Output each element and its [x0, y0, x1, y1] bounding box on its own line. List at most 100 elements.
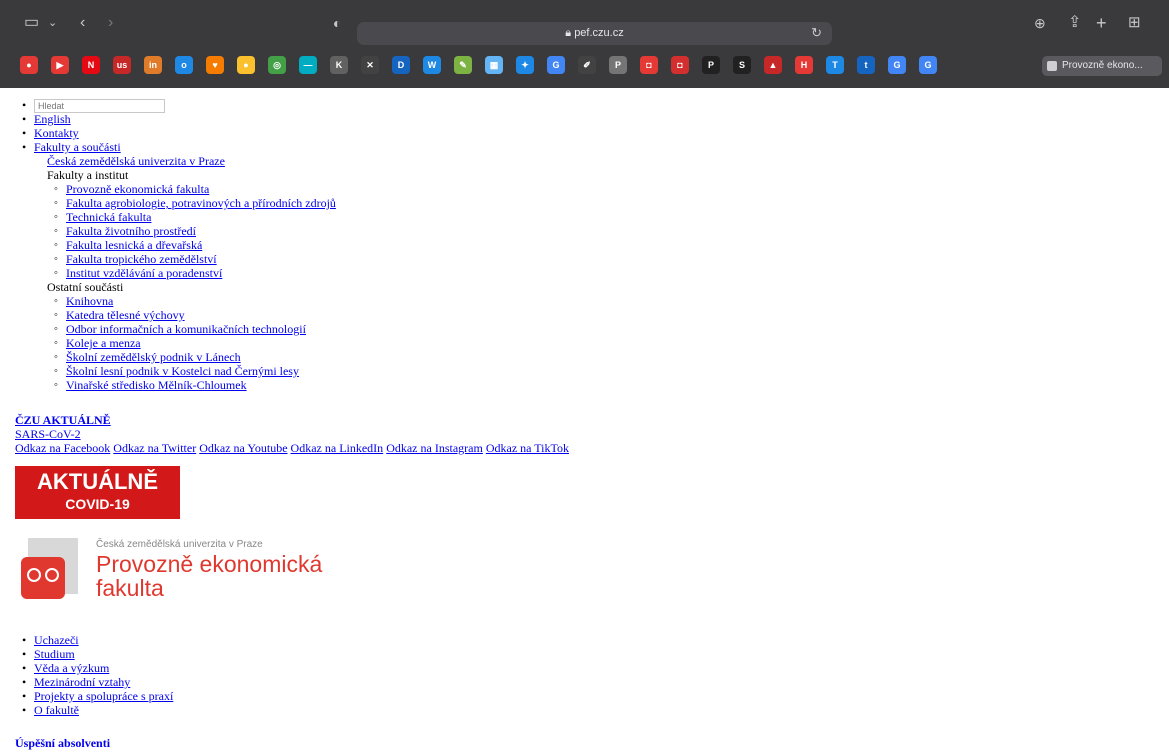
list-item: Kontakty [22, 126, 165, 140]
google-favicon[interactable]: G [547, 56, 565, 74]
covid-banner[interactable]: AKTUÁLNĚ COVID-19 [15, 466, 180, 519]
faculty-link-technicka-fakulta[interactable]: Technická fakulta [66, 210, 151, 224]
social-link-odkaz-na-youtube[interactable]: Odkaz na Youtube [199, 441, 287, 455]
social-link-odkaz-na-twitter[interactable]: Odkaz na Twitter [113, 441, 196, 455]
yellow-circle-favicon[interactable]: ● [237, 56, 255, 74]
social-link-odkaz-na-instagram[interactable]: Odkaz na Instagram [386, 441, 483, 455]
red-box2-favicon[interactable]: ◘ [671, 56, 689, 74]
lock-icon: 🔒︎ [565, 27, 575, 39]
other-link-vinarske-stredisko-melnik-chloumek[interactable]: Vinařské středisko Mělník-Chloumek [66, 378, 247, 392]
english-link[interactable]: English [34, 112, 71, 126]
list-item: Odbor informačních a komunikačních techn… [54, 322, 306, 336]
youtube-favicon[interactable]: ▶ [51, 56, 69, 74]
contacts-link[interactable]: Kontakty [34, 126, 79, 140]
shield-icon[interactable]: ◐ [333, 14, 341, 32]
cyan-favicon[interactable]: — [299, 56, 317, 74]
d-favicon[interactable]: D [392, 56, 410, 74]
sars-link[interactable]: SARS-CoV-2 [15, 427, 81, 441]
list-item: Institut vzdělávání a poradenství [54, 266, 336, 280]
list-item: Fakulta tropického zemědělství [54, 252, 336, 266]
main-navigation: UchazečiStudiumVěda a výzkumMezinárodní … [22, 633, 173, 717]
faculty-link-fakulta-zivotniho-prostredi[interactable]: Fakulta životního prostředí [66, 224, 196, 238]
reload-icon[interactable]: ↻ [811, 25, 822, 41]
heart-favicon[interactable]: ♥ [206, 56, 224, 74]
faculty-link-fakulta-tropickeho-zemedelstvi[interactable]: Fakulta tropického zemědělství [66, 252, 217, 266]
t-favicon[interactable]: T [826, 56, 844, 74]
google2-favicon[interactable]: G [888, 56, 906, 74]
search-input[interactable] [34, 99, 165, 113]
p-black-favicon[interactable]: P [702, 56, 720, 74]
faculty-link-fakulta-lesnicka-a-drevarska[interactable]: Fakulta lesnická a dřevařská [66, 238, 202, 252]
t2-favicon[interactable]: t [857, 56, 875, 74]
red-box-favicon[interactable]: ◘ [640, 56, 658, 74]
faculty-logo[interactable]: Česká zemědělská univerzita v Praze Prov… [18, 535, 348, 605]
chevron-down-icon[interactable]: ⌄ [48, 14, 57, 32]
netflix-favicon[interactable]: N [82, 56, 100, 74]
blue-favicon[interactable]: o [175, 56, 193, 74]
list-item: Projekty a spolupráce s praxí [22, 689, 173, 703]
k-favicon[interactable]: K [330, 56, 348, 74]
w-favicon[interactable]: W [423, 56, 441, 74]
favorites-tab-label: Provozně ekono... [1062, 60, 1143, 71]
top-links-list: English Kontakty Fakulty a součásti [22, 98, 165, 154]
share-icon[interactable]: ⇪ [1068, 14, 1081, 32]
covid-banner-title: AKTUÁLNĚ [37, 469, 158, 494]
list-item: Fakulty a součásti [22, 140, 165, 154]
orange-favicon[interactable]: in [144, 56, 162, 74]
us-favicon[interactable]: us [113, 56, 131, 74]
other-link-skolni-zemedelsky-podnik-v-lanech[interactable]: Školní zemědělský podnik v Lánech [66, 350, 241, 364]
s-favicon[interactable]: S [733, 56, 751, 74]
red-circle-favicon[interactable]: ● [20, 56, 38, 74]
p-favicon[interactable]: P [609, 56, 627, 74]
list-item: Vinařské středisko Mělník-Chloumek [54, 378, 306, 392]
pencil-favicon[interactable]: ✐ [578, 56, 596, 74]
triangle-favicon[interactable]: ▲ [764, 56, 782, 74]
sidebar-toggle-icon[interactable]: ▭ [24, 14, 39, 32]
social-link-odkaz-na-linkedin[interactable]: Odkaz na LinkedIn [291, 441, 384, 455]
faculty-link-provozne-ekonomicka-fakulta[interactable]: Provozně ekonomická fakulta [66, 182, 209, 196]
social-link-odkaz-na-facebook[interactable]: Odkaz na Facebook [15, 441, 110, 455]
nav-link-uchazeci[interactable]: Uchazeči [34, 633, 79, 647]
new-tab-icon[interactable]: + [1096, 14, 1107, 32]
favorites-bar: Provozně ekono... ● ▶ Nus in o ♥ ● ◎ — K ✕ D W ✎ ▦ ✦ G ✐ P… [0, 56, 1169, 78]
nav-link-studium[interactable]: Studium [34, 647, 75, 661]
list-item: Knihovna [54, 294, 306, 308]
nav-link-mezinarodni-vztahy[interactable]: Mezinárodní vztahy [34, 675, 130, 689]
address-host: pef.czu.cz [574, 27, 624, 39]
doc-favicon[interactable]: ✎ [454, 56, 472, 74]
faculty-link-fakulta-agrobiologie-potravinovych-a-prirodnich-zdroju[interactable]: Fakulta agrobiologie, potravinových a př… [66, 196, 336, 210]
browser-chrome: ▭ ⌄ ‹ › ◐ 🔒︎ pef.czu.cz ↻ ⊕ ⇪ + ⊞ Provoz… [0, 0, 1169, 88]
nav-link-projekty-a-spoluprace-s-praxi[interactable]: Projekty a spolupráce s praxí [34, 689, 173, 703]
x-favicon[interactable]: ✕ [361, 56, 379, 74]
other-link-skolni-lesni-podnik-v-kostelci-nad-cernymi-lesy[interactable]: Školní lesní podnik v Kostelci nad Černý… [66, 364, 299, 378]
news-title-link[interactable]: ČZU AKTUÁLNĚ [15, 413, 111, 427]
h-favicon[interactable]: H [795, 56, 813, 74]
other-link-koleje-a-menza[interactable]: Koleje a menza [66, 336, 141, 350]
forward-arrow-icon[interactable]: › [108, 14, 113, 32]
list-item [22, 98, 165, 113]
list-item: Technická fakulta [54, 210, 336, 224]
back-arrow-icon[interactable]: ‹ [80, 14, 85, 32]
green-favicon[interactable]: ◎ [268, 56, 286, 74]
browser-toolbar: ▭ ⌄ ‹ › ◐ 🔒︎ pef.czu.cz ↻ ⊕ ⇪ + ⊞ [0, 0, 1169, 56]
nav-link-veda-a-vyzkum[interactable]: Věda a výzkum [34, 661, 109, 675]
address-bar[interactable]: 🔒︎ pef.czu.cz ↻ [357, 22, 832, 45]
social-link-odkaz-na-tiktok[interactable]: Odkaz na TikTok [486, 441, 569, 455]
list-item: Mezinárodní vztahy [22, 675, 173, 689]
download-icon[interactable]: ⊕ [1034, 14, 1046, 32]
google3-favicon[interactable]: G [919, 56, 937, 74]
favorites-tab[interactable]: Provozně ekono... [1042, 56, 1162, 76]
other-list: KnihovnaKatedra tělesné výchovyOdbor inf… [54, 294, 306, 392]
sheet-favicon[interactable]: ▦ [485, 56, 503, 74]
faculties-link[interactable]: Fakulty a součásti [34, 140, 121, 154]
faculties-heading: Fakulty a institut [47, 168, 129, 182]
faculty-link-institut-vzdelavani-a-poradenstvi[interactable]: Institut vzdělávání a poradenství [66, 266, 222, 280]
logo-line-2: fakulta [96, 575, 164, 601]
nav-link-o-fakulte[interactable]: O fakultě [34, 703, 79, 717]
other-link-odbor-informacnich-a-komunikacnich-technologii[interactable]: Odbor informačních a komunikačních techn… [66, 322, 306, 336]
university-link[interactable]: Česká zemědělská univerzita v Praze [47, 154, 225, 168]
other-link-katedra-telesne-vychovy[interactable]: Katedra tělesné výchovy [66, 308, 185, 322]
tab-overview-icon[interactable]: ⊞ [1128, 14, 1141, 32]
other-link-knihovna[interactable]: Knihovna [66, 294, 113, 308]
accessibility-favicon[interactable]: ✦ [516, 56, 534, 74]
